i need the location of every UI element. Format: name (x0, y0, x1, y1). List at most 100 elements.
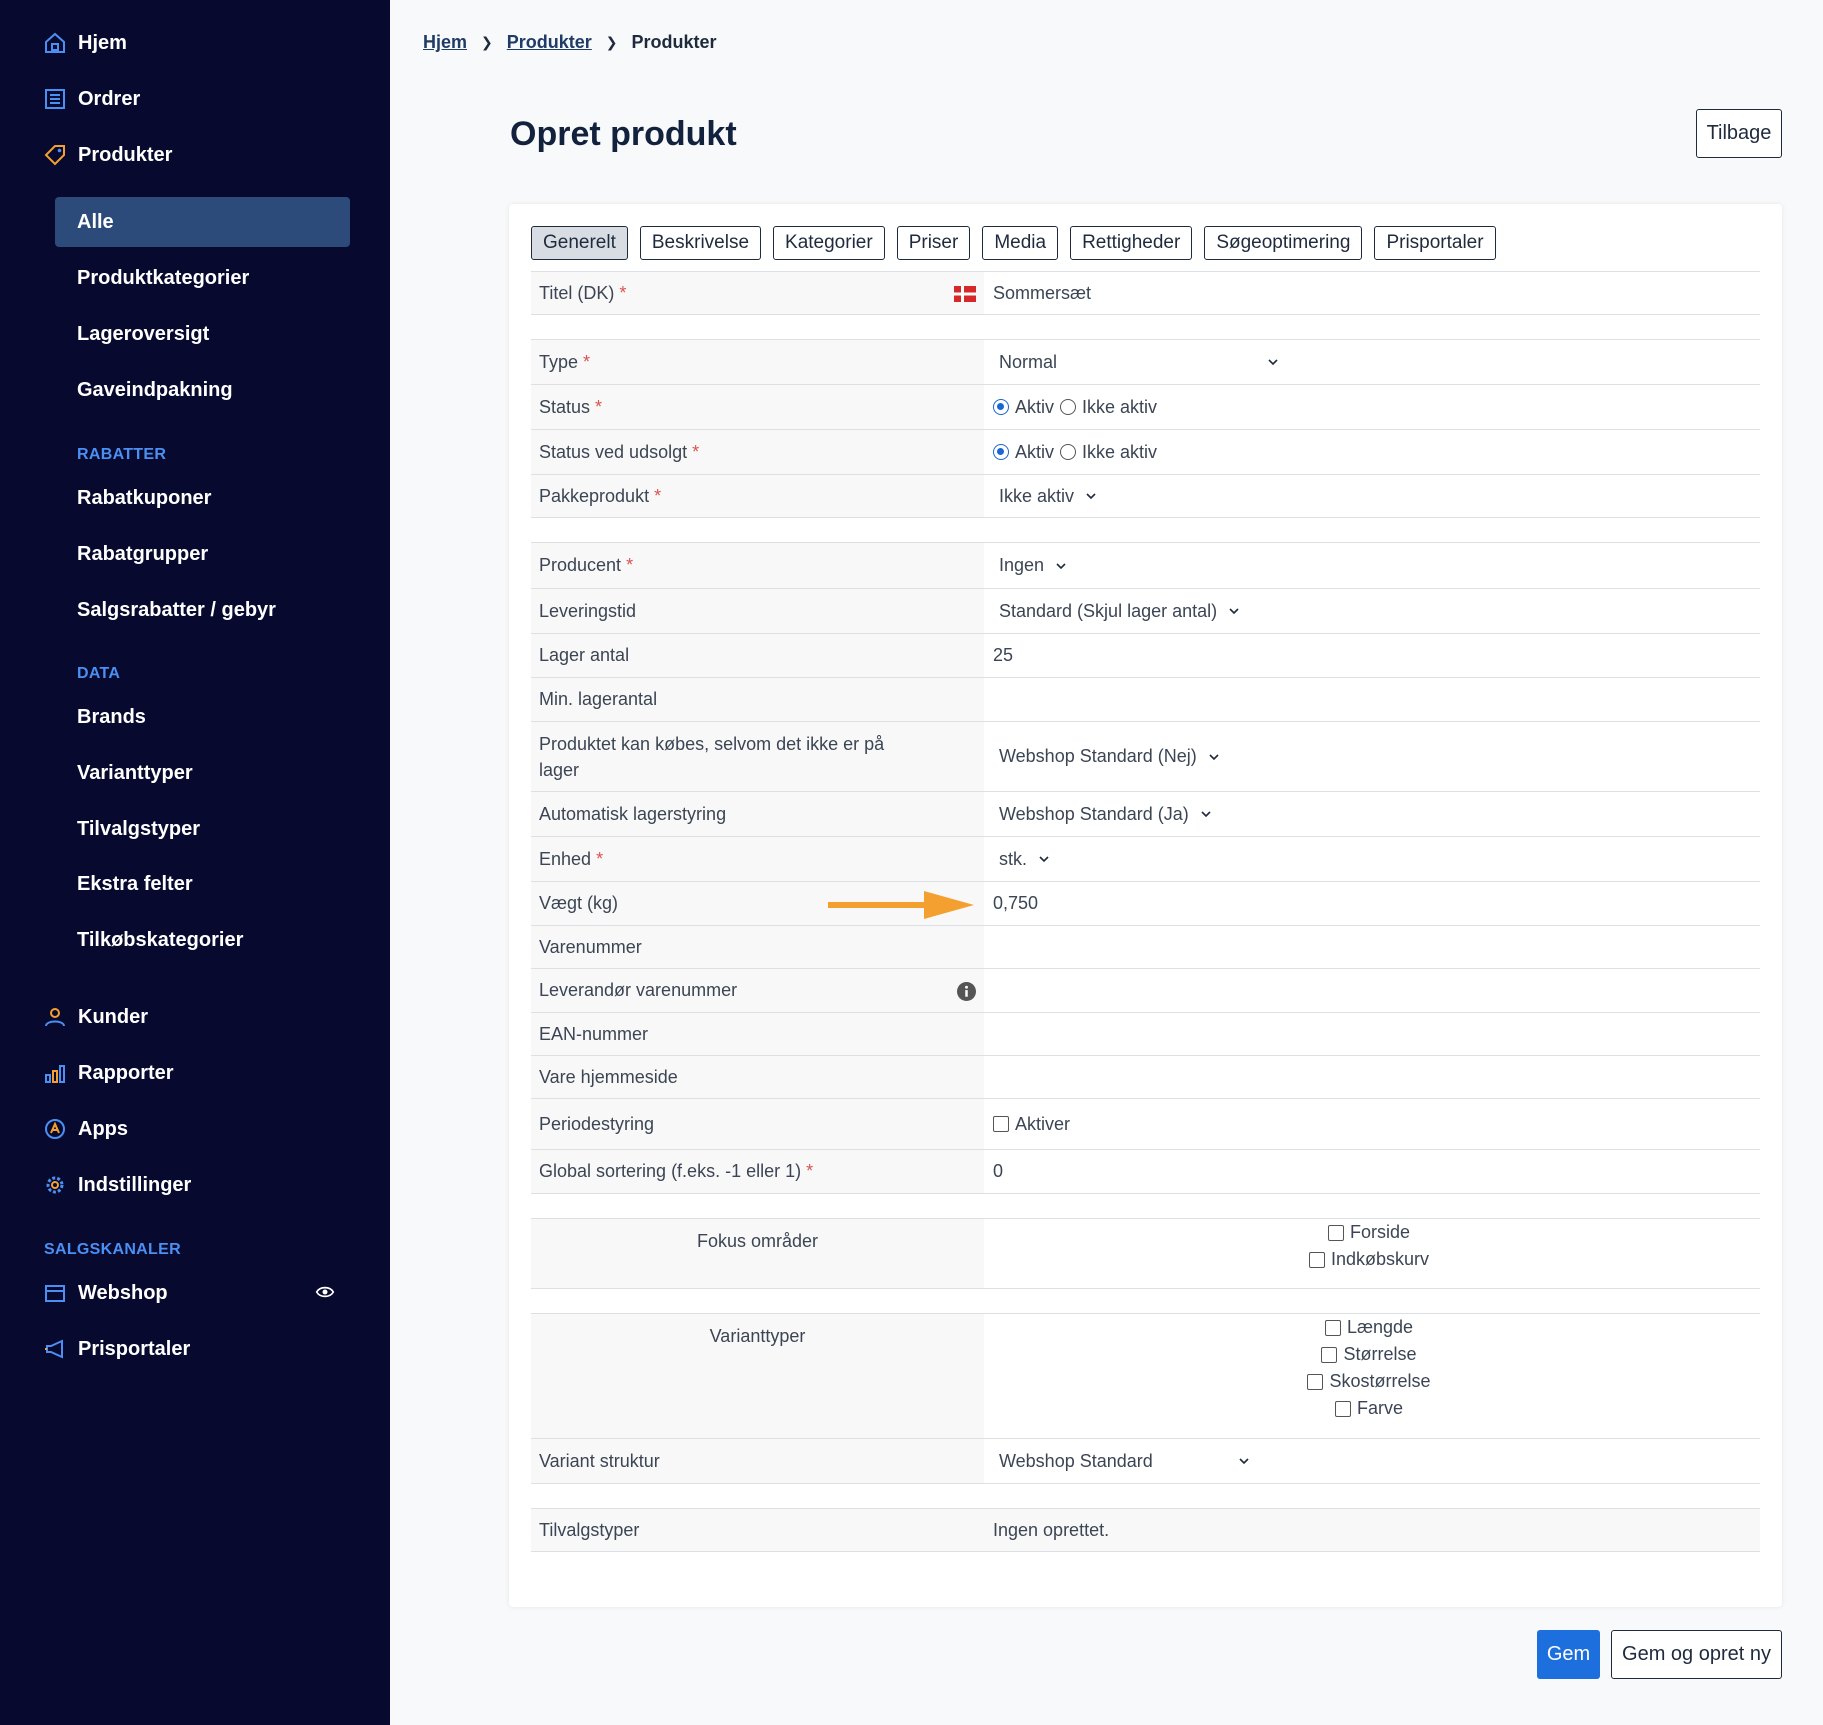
nav-label: Webshop (78, 1281, 168, 1304)
tab-media[interactable]: Media (982, 226, 1059, 260)
ean-input[interactable] (984, 1013, 1760, 1055)
breadcrumb-hjem[interactable]: Hjem (423, 32, 467, 53)
pakke-label: Pakkeprodukt (539, 485, 650, 506)
required-mark: * (806, 1161, 814, 1181)
radio-label: Aktiv (1015, 441, 1055, 462)
pakke-select[interactable]: Ikke aktiv (993, 486, 1096, 507)
nav-sub-gaveindpakning[interactable]: Gaveindpakning (77, 379, 233, 402)
producent-select[interactable]: Ingen (993, 555, 1066, 576)
autolager-select[interactable]: Webshop Standard (Ja) (993, 804, 1211, 825)
sortering-label: Global sortering (f.eks. -1 eller 1) (539, 1161, 802, 1181)
variant-storrelse-checkbox[interactable]: Størrelse (1321, 1341, 1417, 1368)
minlager-input[interactable] (984, 678, 1760, 721)
tab-kategorier[interactable]: Kategorier (773, 226, 885, 260)
eye-icon[interactable] (315, 1282, 335, 1307)
tab-generelt[interactable]: Generelt (531, 226, 628, 260)
row-ean: EAN-nummer (531, 1012, 1760, 1055)
nav-item-indstillinger[interactable]: Indstillinger (42, 1172, 191, 1198)
variant-farve-checkbox[interactable]: Farve (1334, 1395, 1403, 1422)
udsolgt-aktiv-radio[interactable]: Aktiv (993, 442, 1054, 463)
nav-item-prisportaler[interactable]: Prisportaler (42, 1336, 190, 1362)
row-enhed: Enhed * stk. (531, 836, 1760, 881)
save-button[interactable]: Gem (1537, 1630, 1600, 1679)
tab-sogeoptimering[interactable]: Søgeoptimering (1204, 226, 1363, 260)
tab-priser[interactable]: Priser (896, 226, 971, 260)
nav-label: Apps (78, 1117, 128, 1140)
nav-sub-tilvalgstyper[interactable]: Tilvalgstyper (77, 818, 200, 841)
row-status-udsolgt: Status ved udsolgt * Aktiv Ikke aktiv (531, 429, 1760, 474)
nav-sub-varianttyper[interactable]: Varianttyper (77, 762, 193, 785)
required-mark: * (626, 555, 634, 575)
varenummer-input[interactable] (984, 926, 1760, 968)
tab-rettigheder[interactable]: Rettigheder (1070, 226, 1193, 260)
status-ikke-aktiv-radio[interactable]: Ikke aktiv (1060, 397, 1157, 418)
fokus-indkobskurv-checkbox[interactable]: Indkøbskurv (1308, 1246, 1430, 1273)
nav-sub-tilkobskategorier[interactable]: Tilkøbskategorier (77, 929, 243, 952)
row-titel: Titel (DK) * Sommersæt (531, 271, 1760, 315)
checkbox-box (993, 1116, 1009, 1132)
required-mark: * (692, 441, 700, 462)
variantstruktur-label: Variant struktur (539, 1450, 660, 1471)
nav-sub-salgsrabatter[interactable]: Salgsrabatter / gebyr (77, 599, 276, 622)
kobes-select[interactable]: Webshop Standard (Nej) (993, 746, 1219, 767)
nav-item-produkter[interactable]: Produkter (42, 142, 172, 168)
kobes-select-value: Webshop Standard (Nej) (999, 746, 1197, 766)
sortering-input[interactable]: 0 (984, 1150, 1760, 1193)
vaegt-input[interactable]: 0,750 (984, 882, 1760, 925)
row-varianttyper: Varianttyper Længde Størrelse Skostørrel… (531, 1313, 1760, 1438)
back-button[interactable]: Tilbage (1696, 109, 1782, 158)
vaegt-label: Vægt (kg) (539, 893, 619, 913)
required-mark: * (583, 351, 591, 372)
nav-item-hjem[interactable]: Hjem (42, 30, 127, 56)
tab-prisportaler[interactable]: Prisportaler (1374, 226, 1496, 260)
required-mark: * (596, 848, 604, 869)
home-icon (42, 30, 68, 56)
checkbox-label: Indkøbskurv (1330, 1249, 1430, 1269)
checkbox-box (1307, 1373, 1324, 1390)
variant-skostorrelse-checkbox[interactable]: Skostørrelse (1307, 1368, 1431, 1395)
radio-label: Ikke aktiv (1082, 441, 1158, 462)
title-input[interactable]: Sommersæt (984, 272, 1760, 314)
chevron-down-icon (1201, 811, 1211, 818)
status-aktiv-radio[interactable]: Aktiv (993, 397, 1054, 418)
arrow-right-icon (828, 891, 974, 919)
udsolgt-ikke-aktiv-radio[interactable]: Ikke aktiv (1060, 442, 1157, 463)
periode-checkbox[interactable]: Aktiver (993, 1114, 1070, 1135)
nav-sub-rabatgrupper[interactable]: Rabatgrupper (77, 543, 208, 566)
nav-label: Indstillinger (78, 1173, 192, 1196)
nav-item-webshop[interactable]: Webshop (42, 1280, 168, 1306)
type-select[interactable]: Normal (993, 352, 1278, 373)
hjemmeside-input[interactable] (984, 1056, 1760, 1098)
checkbox-label: Aktiver (1015, 1113, 1071, 1134)
nav-sub-alle[interactable]: Alle (77, 211, 114, 234)
fokus-forside-checkbox[interactable]: Forside (1327, 1219, 1410, 1246)
save-and-new-button[interactable]: Gem og opret ny (1611, 1630, 1782, 1679)
radio-label: Ikke aktiv (1082, 396, 1158, 417)
variantstruktur-select[interactable]: Webshop Standard (993, 1451, 1249, 1472)
nav-sub-produktkategorier[interactable]: Produktkategorier (77, 267, 249, 290)
status-udsolgt-label: Status ved udsolgt (539, 441, 688, 462)
nav-sub-lageroversigt[interactable]: Lageroversigt (77, 323, 209, 346)
lager-label: Lager antal (539, 645, 630, 665)
nav-item-ordrer[interactable]: Ordrer (42, 86, 140, 112)
levvarenr-input[interactable] (984, 969, 1760, 1012)
tab-beskrivelse[interactable]: Beskrivelse (639, 226, 762, 260)
status-label: Status (539, 396, 591, 417)
nav-sub-rabatkuponer[interactable]: Rabatkuponer (77, 487, 211, 510)
form-card: Generelt Beskrivelse Kategorier Priser M… (509, 204, 1782, 1607)
breadcrumb-produkter[interactable]: Produkter (507, 32, 592, 53)
nav-item-kunder[interactable]: Kunder (42, 1004, 148, 1030)
enhed-select[interactable]: stk. (993, 849, 1049, 870)
user-icon (42, 1004, 68, 1030)
nav-item-apps[interactable]: Apps (42, 1116, 128, 1142)
apps-icon (42, 1116, 68, 1142)
info-icon[interactable] (957, 982, 976, 1006)
lager-input[interactable]: 25 (984, 634, 1760, 677)
enhed-label: Enhed (539, 848, 592, 869)
nav-sub-ekstra-felter[interactable]: Ekstra felter (77, 873, 193, 896)
levering-select[interactable]: Standard (Skjul lager antal) (993, 601, 1239, 622)
variant-laengde-checkbox[interactable]: Længde (1324, 1314, 1413, 1341)
required-mark: * (619, 282, 627, 303)
nav-sub-brands[interactable]: Brands (77, 706, 146, 729)
nav-item-rapporter[interactable]: Rapporter (42, 1060, 174, 1086)
